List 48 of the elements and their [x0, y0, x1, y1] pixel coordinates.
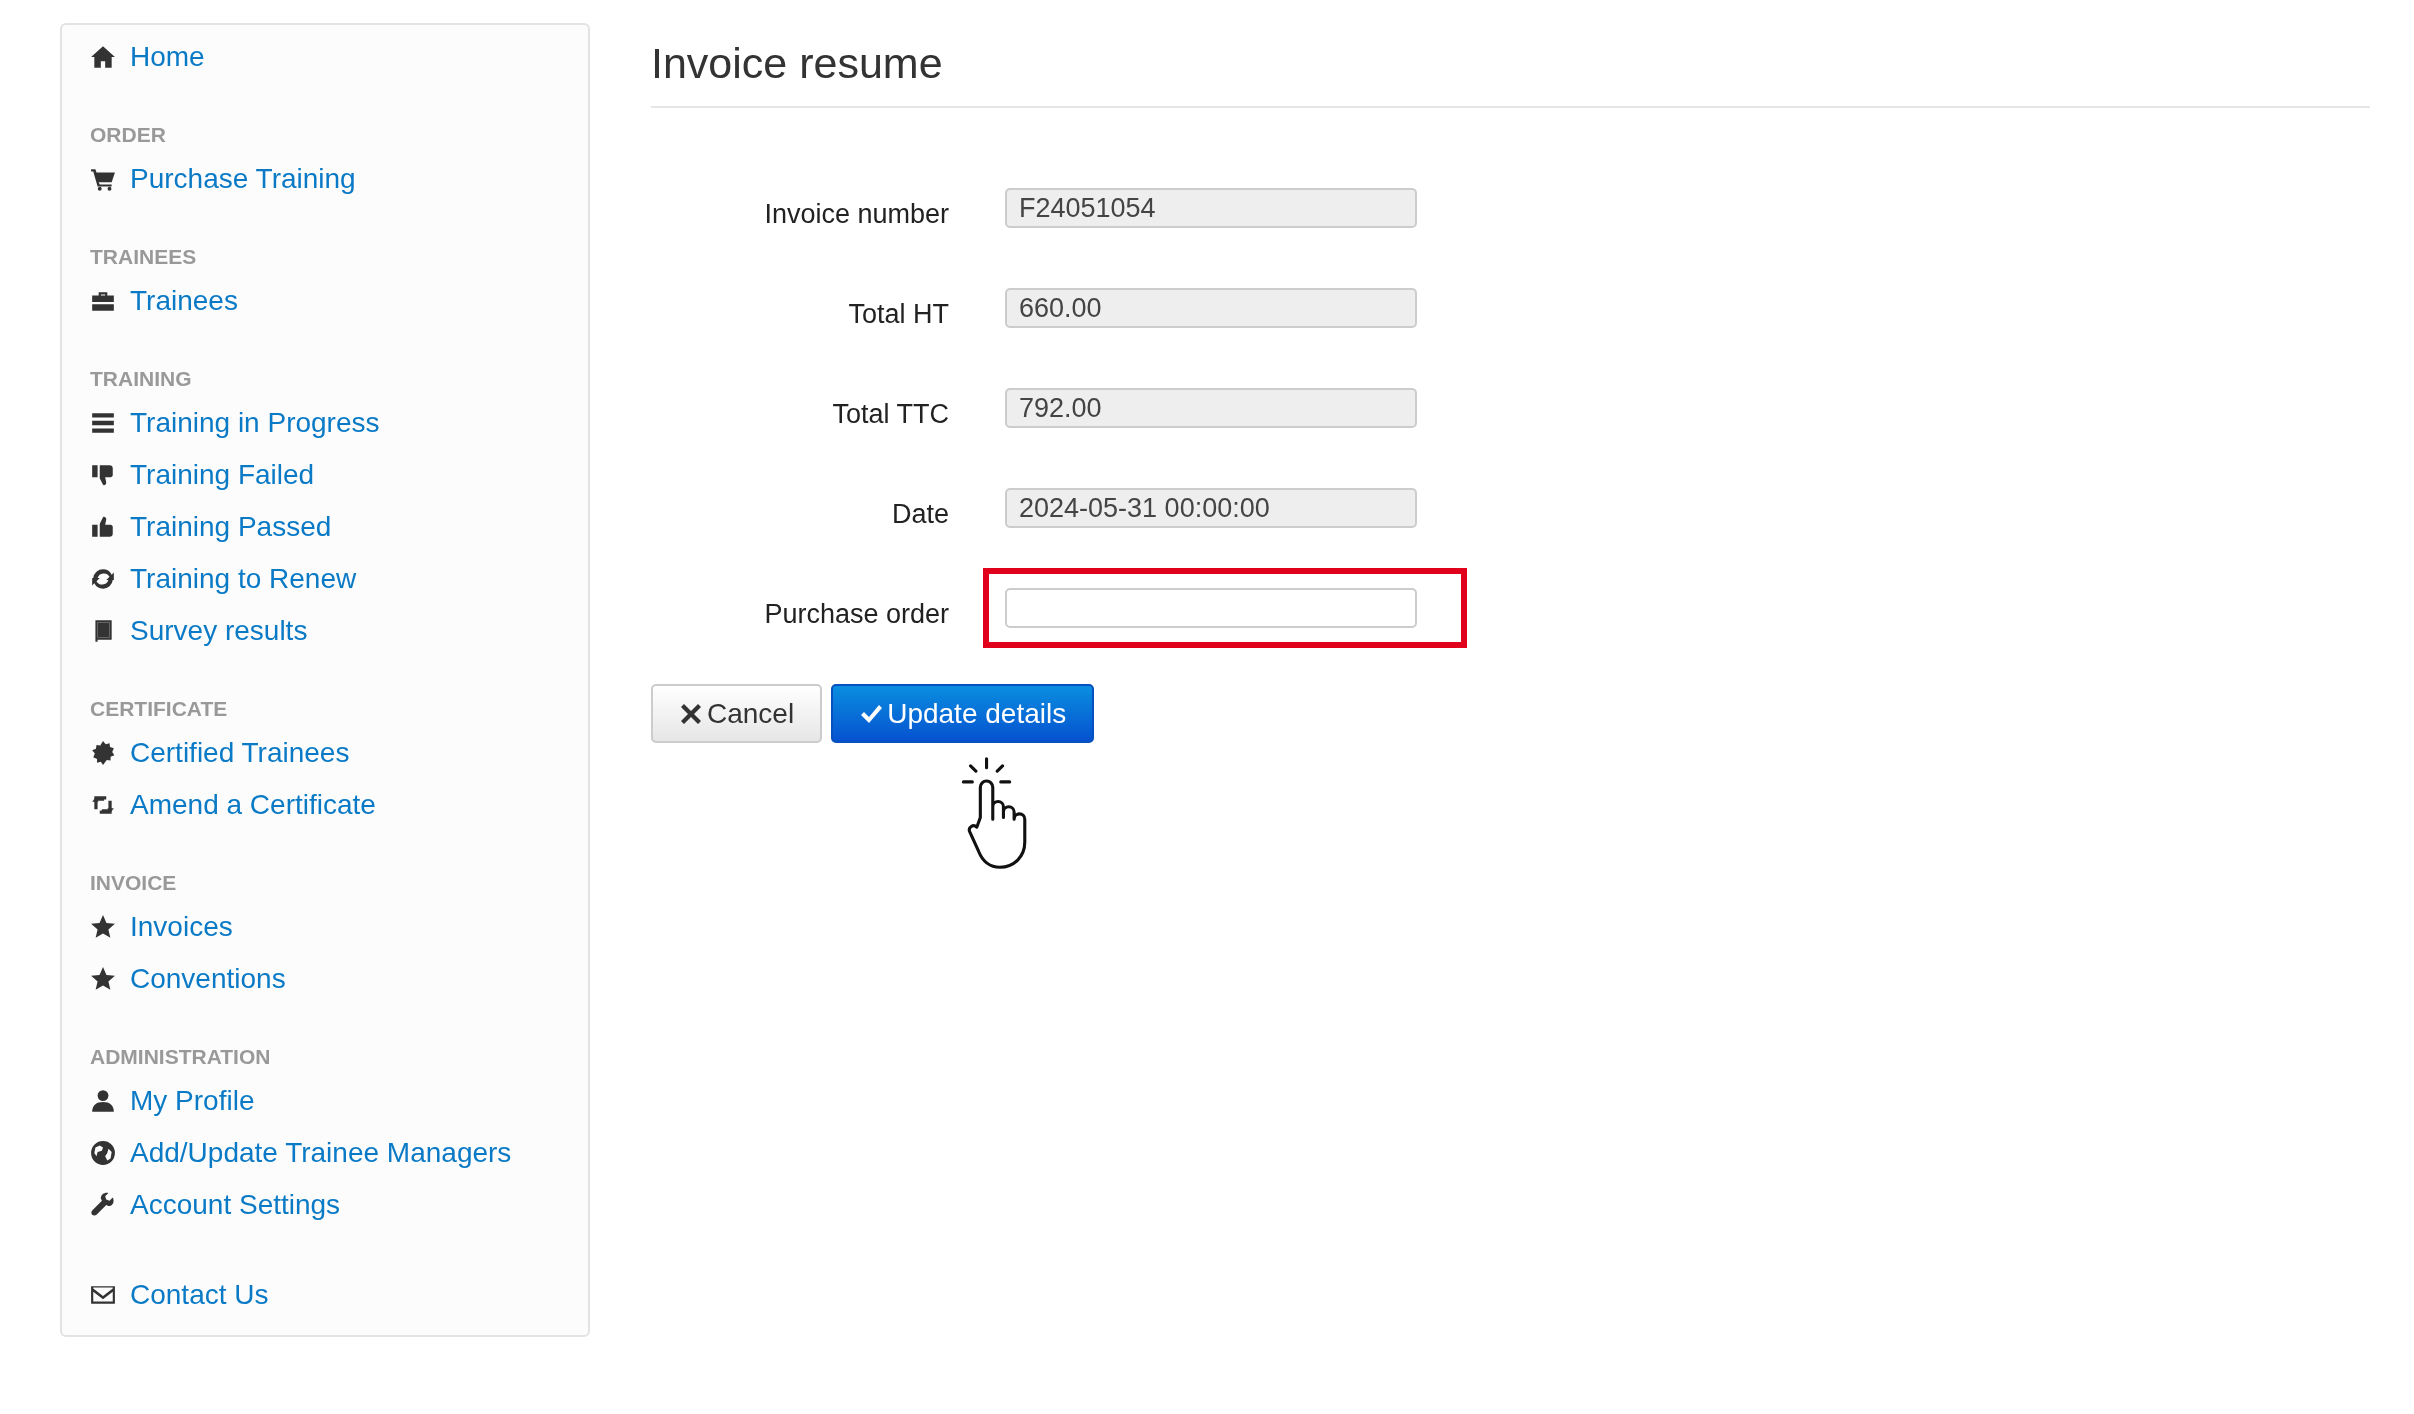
sidebar-link[interactable]: Training in Progress — [130, 407, 380, 439]
sidebar-link[interactable]: Training Failed — [130, 459, 315, 491]
section-heading: INVOICE — [90, 870, 178, 896]
text-field[interactable]: 660.00 — [1005, 288, 1417, 328]
star-icon — [90, 914, 116, 940]
certificate-icon — [90, 740, 116, 766]
sidebar-link[interactable]: Certified Trainees — [130, 737, 350, 769]
sidebar-link[interactable]: My Profile — [130, 1085, 255, 1117]
section-heading: CERTIFICATE — [90, 696, 229, 722]
sidebar-link[interactable]: Contact Us — [130, 1279, 269, 1311]
sidebar-link[interactable]: Amend a Certificate — [130, 789, 376, 821]
user-icon — [90, 1088, 116, 1114]
sidebar-link[interactable]: Training Passed — [130, 511, 332, 543]
field-label: Date — [890, 497, 950, 530]
field-label: Purchase order — [763, 597, 950, 630]
section-heading: ADMINISTRATION — [90, 1044, 272, 1070]
star-icon — [90, 966, 116, 992]
sidebar-link[interactable]: Invoices — [130, 911, 233, 943]
update-button[interactable]: Update details — [831, 684, 1095, 743]
field-label: Total HT — [847, 297, 950, 330]
text-field[interactable]: F24051054 — [1005, 188, 1417, 228]
field-label: Total TTC — [831, 397, 950, 430]
sidebar-link[interactable]: Account Settings — [130, 1189, 341, 1221]
sidebar-link[interactable]: Conventions — [130, 963, 286, 995]
thumbs-up-icon — [90, 514, 116, 540]
sidebar-link[interactable]: Survey results — [130, 615, 308, 647]
globe-icon — [90, 1140, 116, 1166]
thumbs-down-icon — [90, 462, 116, 488]
field-label: Invoice number — [763, 197, 950, 230]
sidebar-link[interactable]: Trainees — [130, 285, 238, 317]
wrench-icon — [90, 1192, 116, 1218]
sidebar-link[interactable]: Training to Renew — [130, 563, 357, 595]
sidebar-link[interactable]: Purchase Training — [130, 163, 356, 195]
home-icon — [90, 44, 116, 70]
list-icon — [90, 410, 116, 436]
section-heading: TRAINING — [90, 366, 193, 392]
page-title: Invoice resume — [651, 39, 2370, 108]
cancel-button[interactable]: Cancel — [651, 684, 823, 743]
section-heading: ORDER — [90, 122, 167, 148]
text-field[interactable] — [1005, 588, 1417, 628]
text-field[interactable]: 2024-05-31 00:00:00 — [1005, 488, 1417, 528]
section-heading: TRAINEES — [90, 244, 198, 270]
refresh-icon — [90, 566, 116, 592]
sidebar-link[interactable]: Add/Update Trainee Managers — [130, 1137, 512, 1169]
cart-icon — [90, 166, 116, 192]
close-icon — [679, 701, 703, 726]
text-field[interactable]: 792.00 — [1005, 388, 1417, 428]
sidebar-link[interactable]: Home — [130, 41, 205, 73]
